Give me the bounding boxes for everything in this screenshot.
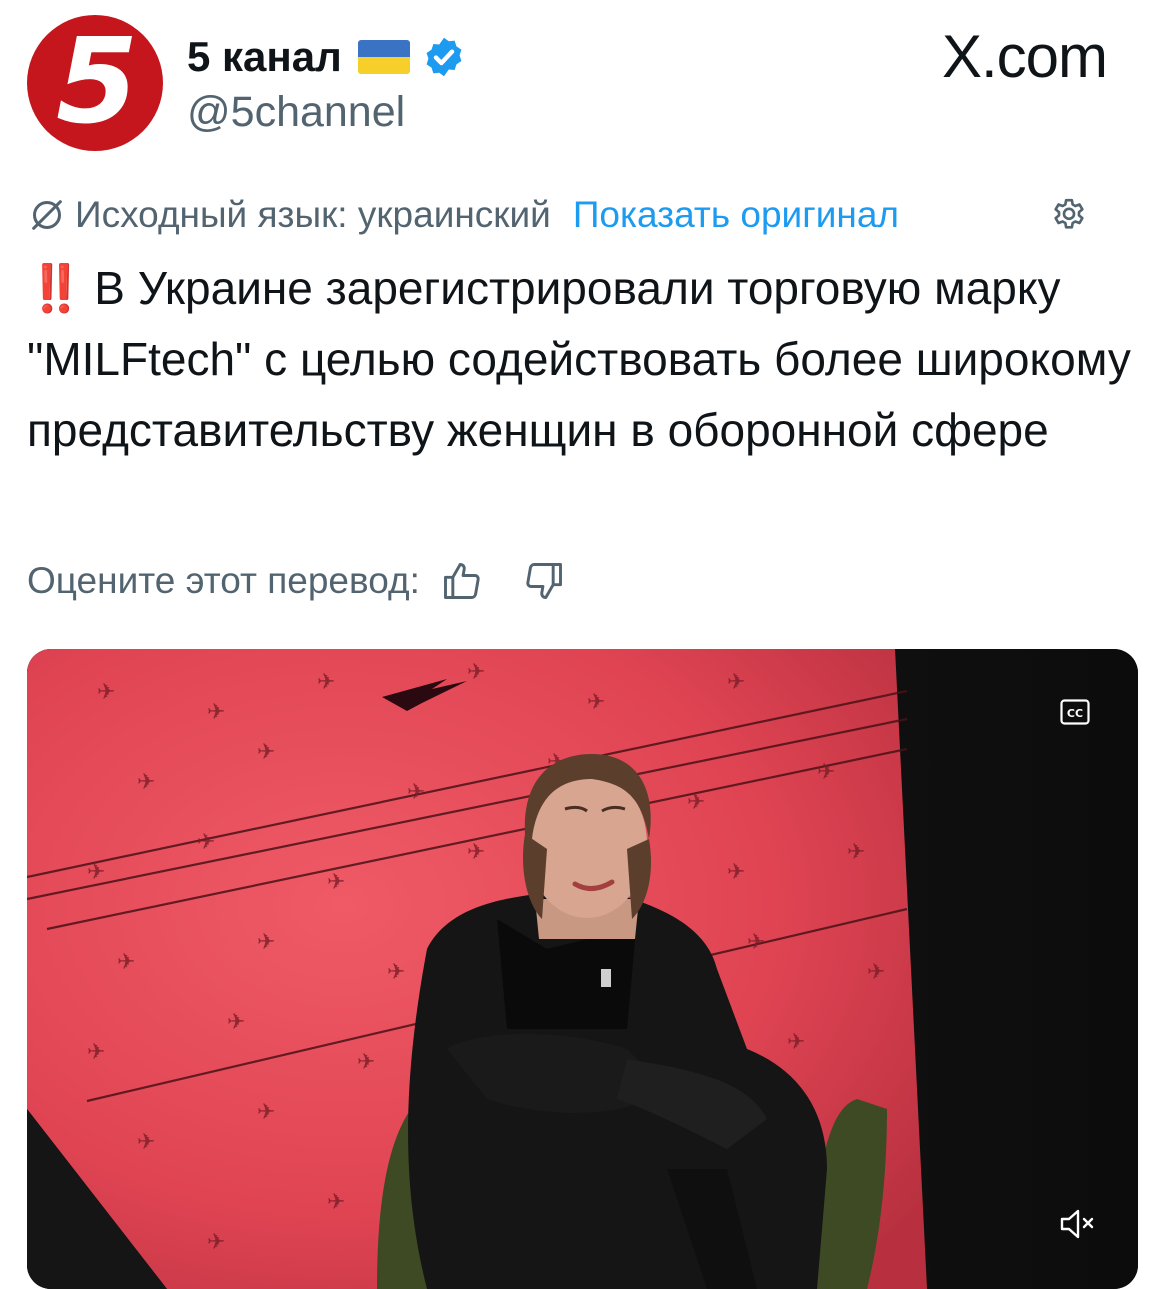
- svg-text:✈: ✈: [117, 950, 135, 975]
- site-logo: X.com: [941, 23, 1108, 90]
- show-original-link[interactable]: Показать оригинал: [573, 194, 899, 236]
- svg-text:✈: ✈: [387, 960, 405, 985]
- double-exclamation-emoji: ‼️: [27, 262, 84, 314]
- tweet-text: В Украине зарегистрировали торговую марк…: [27, 262, 1131, 456]
- svg-text:✈: ✈: [87, 1040, 105, 1065]
- svg-text:✈: ✈: [327, 870, 345, 895]
- verified-badge-icon: [426, 37, 462, 77]
- svg-text:✈: ✈: [137, 1130, 155, 1155]
- svg-text:✈: ✈: [747, 930, 765, 955]
- svg-text:✈: ✈: [727, 860, 745, 885]
- svg-text:✈: ✈: [687, 790, 705, 815]
- ukraine-flag-icon: [357, 40, 410, 74]
- cc-icon[interactable]: CC: [1060, 699, 1090, 725]
- svg-text:✈: ✈: [727, 670, 745, 695]
- svg-text:✈: ✈: [97, 680, 115, 705]
- svg-text:✈: ✈: [407, 780, 425, 805]
- svg-text:✈: ✈: [207, 1230, 225, 1255]
- svg-text:✈: ✈: [587, 690, 605, 715]
- svg-text:CC: CC: [1067, 707, 1083, 720]
- svg-text:✈: ✈: [137, 770, 155, 795]
- gear-icon[interactable]: [1049, 196, 1089, 236]
- svg-text:✈: ✈: [867, 960, 885, 985]
- svg-text:✈: ✈: [317, 670, 335, 695]
- svg-text:✈: ✈: [257, 930, 275, 955]
- svg-text:✈: ✈: [327, 1190, 345, 1215]
- svg-text:✈: ✈: [847, 840, 865, 865]
- svg-text:✈: ✈: [467, 840, 485, 865]
- svg-text:✈: ✈: [207, 700, 225, 725]
- svg-text:✈: ✈: [817, 760, 835, 785]
- avatar[interactable]: 5: [27, 15, 163, 151]
- thumbs-up-icon[interactable]: [440, 559, 484, 603]
- svg-text:✈: ✈: [227, 1010, 245, 1035]
- avatar-logo: 5: [55, 15, 138, 150]
- thumbs-down-icon[interactable]: [522, 559, 566, 603]
- translation-rating: Оцените этот перевод:: [27, 553, 566, 609]
- source-language-label: Исходный язык: украинский: [75, 194, 551, 235]
- svg-text:✈: ✈: [357, 1050, 375, 1075]
- translation-bar: Исходный язык: украинский Показать ориги…: [27, 190, 899, 240]
- svg-text:✈: ✈: [257, 740, 275, 765]
- svg-text:✈: ✈: [787, 1030, 805, 1055]
- rate-translation-label: Оцените этот перевод:: [27, 560, 420, 601]
- video-frame: ✈ ✈ ✈ ✈ ✈ ✈ ✈ ✈ ✈ ✈ ✈ ✈ ✈ ✈ ✈ ✈ ✈ ✈ ✈ ✈ ✈ ✈ ✈ ✈ ✈ ✈ ✈ ✈ ✈ ✈…: [27, 649, 1138, 1289]
- author-handle[interactable]: @5channel: [187, 88, 405, 137]
- author-name-row: 5 канал: [187, 30, 466, 84]
- tweet-body: ‼️ В Украине зарегистрировали торговую ма…: [27, 253, 1137, 466]
- video-player[interactable]: ✈ ✈ ✈ ✈ ✈ ✈ ✈ ✈ ✈ ✈ ✈ ✈ ✈ ✈ ✈ ✈ ✈ ✈ ✈ ✈ ✈ ✈ ✈ ✈ ✈ ✈ ✈ ✈ ✈ ✈…: [27, 649, 1138, 1289]
- svg-text:✈: ✈: [197, 830, 215, 855]
- display-name[interactable]: 5 канал: [187, 33, 342, 81]
- svg-text:✈: ✈: [87, 860, 105, 885]
- translate-slash-icon: [32, 200, 62, 230]
- svg-text:✈: ✈: [467, 660, 485, 685]
- svg-text:✈: ✈: [257, 1100, 275, 1125]
- speaker-muted-icon[interactable]: [1056, 1204, 1096, 1244]
